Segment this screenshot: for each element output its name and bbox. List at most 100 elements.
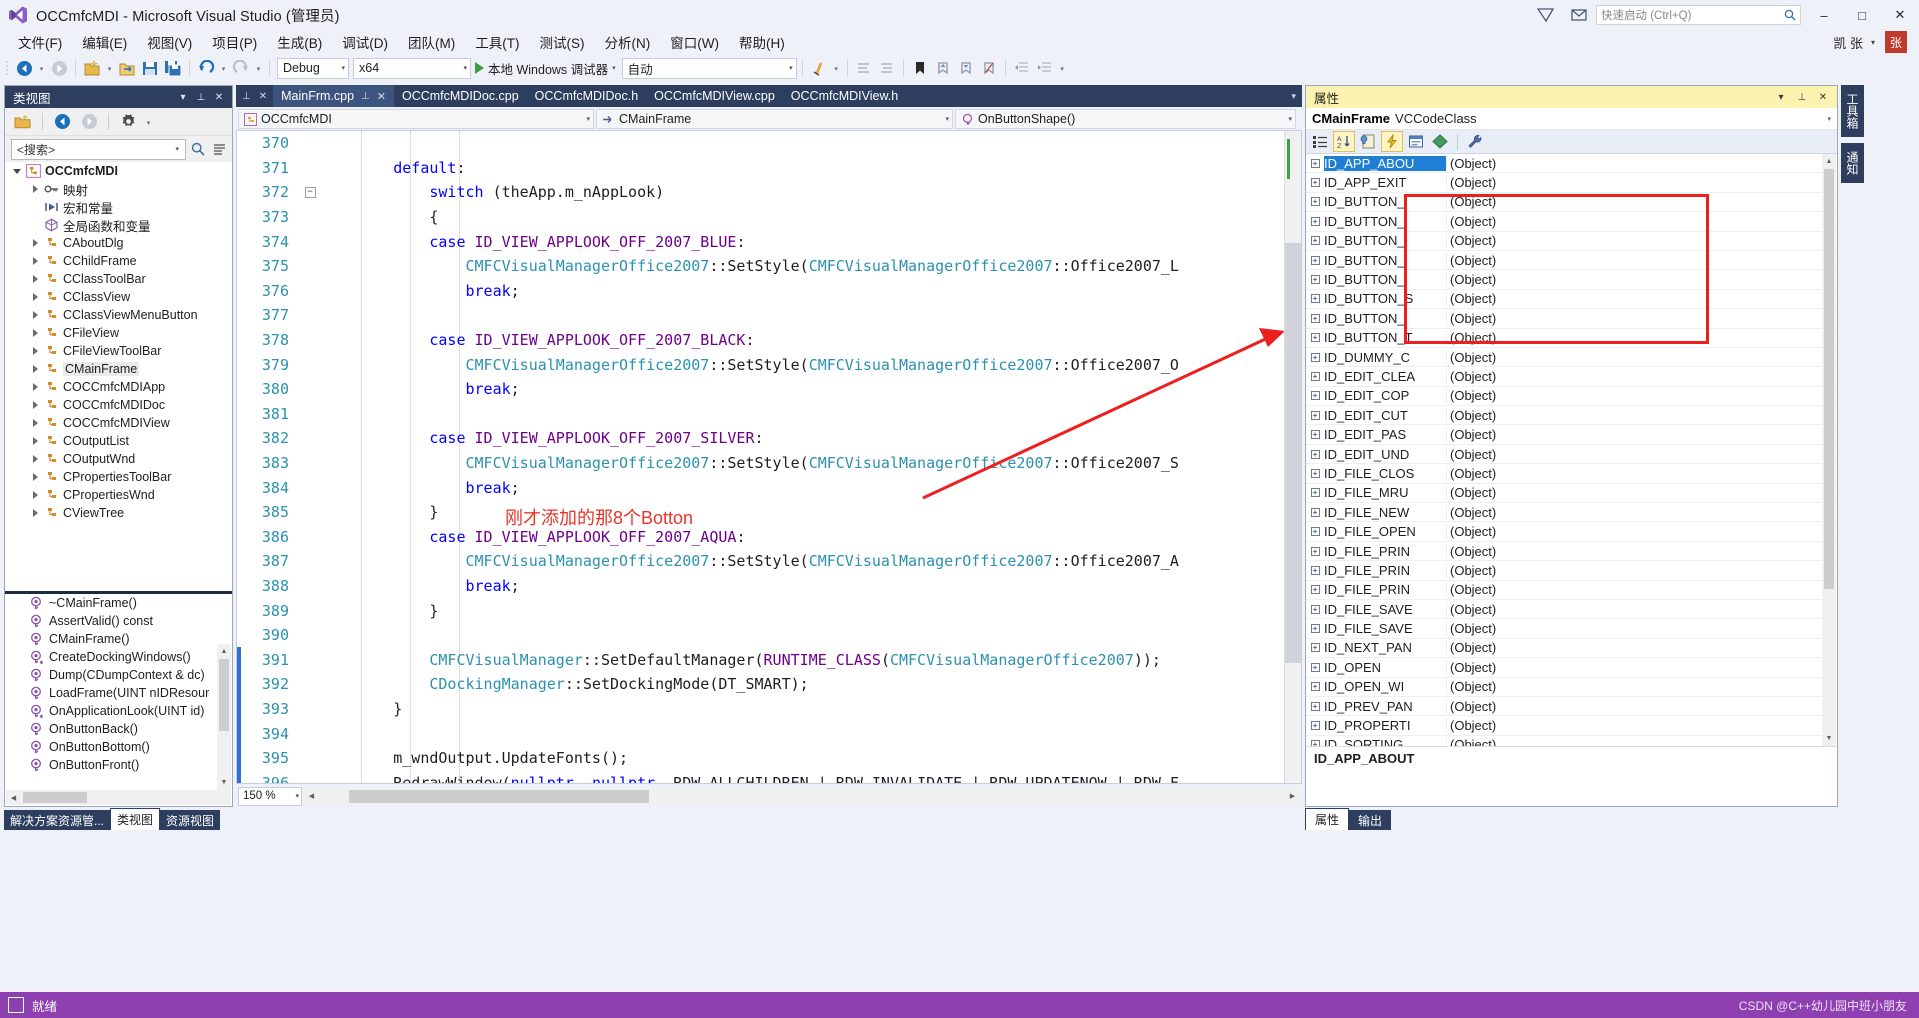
search-icon[interactable] [186, 138, 210, 160]
notifications-tab[interactable]: 通知 [1841, 143, 1864, 183]
pin-icon[interactable]: ⊥ [1796, 89, 1808, 105]
property-value[interactable]: (Object) [1446, 310, 1837, 326]
tree-node[interactable]: COutputList [5, 432, 232, 450]
property-row[interactable]: + ID_EDIT_CUT (Object) [1306, 406, 1837, 426]
tree-node[interactable]: COCCmfcMDIApp [5, 378, 232, 396]
tree-expander-icon[interactable] [28, 365, 42, 373]
code-line[interactable]: 389 } [237, 598, 1301, 623]
property-value[interactable]: (Object) [1446, 621, 1837, 637]
expand-icon[interactable]: + [1306, 178, 1324, 188]
expand-icon[interactable]: + [1306, 333, 1324, 343]
expand-icon[interactable]: + [1306, 565, 1324, 575]
property-row[interactable]: + ID_BUTTON_S (Object) [1306, 290, 1837, 310]
code-line[interactable]: 370 [237, 131, 1301, 156]
tree-node[interactable]: CViewTree [5, 504, 232, 522]
property-value[interactable]: (Object) [1446, 679, 1837, 695]
property-value[interactable]: (Object) [1446, 562, 1837, 578]
member-list-item[interactable]: CreateDockingWindows() [5, 648, 232, 666]
expand-icon[interactable]: + [1306, 313, 1324, 323]
tree-expander-icon[interactable] [28, 293, 42, 301]
properties-icon[interactable] [1357, 131, 1379, 152]
pin-icon[interactable]: ⊥ [195, 89, 207, 105]
property-row[interactable]: + ID_FILE_PRIN (Object) [1306, 561, 1837, 581]
right-dock-tabs[interactable]: 属性 输出 [1305, 808, 1838, 830]
outdent-icon[interactable] [1011, 57, 1033, 79]
expand-icon[interactable]: + [1306, 158, 1324, 168]
property-row[interactable]: + ID_FILE_NEW (Object) [1306, 503, 1837, 523]
gear-caret-icon[interactable]: ▾ [143, 111, 154, 133]
expand-icon[interactable]: + [1306, 352, 1324, 362]
redo-caret-icon[interactable]: ▾ [253, 57, 264, 79]
property-value[interactable]: (Object) [1446, 485, 1837, 501]
account-caret-icon[interactable]: ▾ [1871, 38, 1875, 47]
expand-icon[interactable]: + [1306, 371, 1324, 381]
property-row[interactable]: + ID_PROPERTI (Object) [1306, 716, 1837, 736]
tree-expander-icon[interactable] [28, 329, 42, 337]
forward-icon[interactable] [77, 111, 101, 133]
document-tab[interactable]: MainFrm.cpp ⊥ ✕ [273, 85, 394, 107]
notification-icon[interactable] [1562, 0, 1596, 30]
scroll-down-icon[interactable]: ▼ [1822, 731, 1836, 746]
expand-icon[interactable]: + [1306, 488, 1324, 498]
code-line[interactable]: 384 break; [237, 475, 1301, 500]
property-row[interactable]: + ID_BUTTON_ (Object) [1306, 309, 1837, 329]
new-project-caret-icon[interactable]: ▾ [104, 57, 115, 79]
scroll-down-icon[interactable]: ▼ [217, 775, 231, 790]
attach-process-icon[interactable] [808, 57, 830, 79]
property-row[interactable]: + ID_DUMMY_C (Object) [1306, 348, 1837, 368]
tree-expander-icon[interactable] [28, 275, 42, 283]
tree-node[interactable]: CPropertiesWnd [5, 486, 232, 504]
wrench-icon[interactable] [1464, 131, 1486, 152]
property-value[interactable]: (Object) [1446, 252, 1837, 268]
tree-expander-icon[interactable] [28, 311, 42, 319]
fold-column[interactable]: − [299, 186, 321, 198]
alphabetical-icon[interactable]: AZ [1333, 131, 1355, 152]
member-list-item[interactable]: OnApplicationLook(UINT id) [5, 702, 232, 720]
property-value[interactable]: (Object) [1446, 272, 1837, 288]
tree-node[interactable]: 全局函数和变量 [5, 216, 232, 234]
code-line[interactable]: 391 CMFCVisualManager::SetDefaultManager… [237, 647, 1301, 673]
code-line[interactable]: 379 CMFCVisualManagerOffice2007::SetStyl… [237, 352, 1301, 377]
document-tab[interactable]: OCCmfcMDIView.cpp [646, 85, 783, 107]
menu-debug[interactable]: 调试(D) [332, 30, 398, 54]
scroll-up-icon[interactable]: ▲ [1822, 154, 1836, 169]
member-list-item[interactable]: ~CMainFrame() [5, 594, 232, 612]
tree-expander-icon[interactable] [28, 347, 42, 355]
property-value[interactable]: (Object) [1446, 524, 1837, 540]
tree-expander-icon[interactable] [28, 509, 42, 517]
code-line[interactable]: 372 − switch (theApp.m_nAppLook) [237, 180, 1301, 205]
zoom-level-dropdown[interactable]: 150 % ▾ [238, 786, 302, 806]
pin-icon[interactable]: ⊥ [242, 91, 251, 102]
minimize-button[interactable]: – [1805, 0, 1843, 30]
expand-icon[interactable]: + [1306, 507, 1324, 517]
tree-node[interactable]: OCCmfcMDI [5, 162, 232, 180]
quick-launch-input[interactable]: 快速启动 (Ctrl+Q) [1596, 5, 1801, 25]
property-row[interactable]: + ID_BUTTON_ (Object) [1306, 251, 1837, 271]
code-line[interactable]: 393 } [237, 696, 1301, 722]
tree-node[interactable]: COutputWnd [5, 450, 232, 468]
property-row[interactable]: + ID_FILE_OPEN (Object) [1306, 522, 1837, 542]
member-list-item[interactable]: LoadFrame(UINT nIDResour [5, 684, 232, 702]
tree-node[interactable]: CClassView [5, 288, 232, 306]
property-value[interactable]: (Object) [1446, 465, 1837, 481]
chevron-down-icon[interactable]: ▾ [177, 89, 189, 105]
tree-expander-icon[interactable] [28, 491, 42, 499]
expand-icon[interactable]: + [1306, 624, 1324, 634]
document-tab[interactable]: OCCmfcMDIDoc.cpp [393, 85, 527, 107]
feedback-icon[interactable] [1528, 0, 1562, 30]
tree-expander-icon[interactable] [28, 401, 42, 409]
property-value[interactable]: (Object) [1446, 213, 1837, 229]
code-line[interactable]: 380 break; [237, 377, 1301, 402]
dock-tab[interactable]: 属性 [1305, 808, 1350, 830]
code-line[interactable]: 387 CMFCVisualManagerOffice2007::SetStyl… [237, 549, 1301, 574]
menu-file[interactable]: 文件(F) [8, 30, 72, 54]
property-value[interactable]: (Object) [1446, 582, 1837, 598]
project-dropdown[interactable]: OCCmfcMDI ▾ [238, 109, 594, 129]
code-vertical-scrollbar[interactable] [1284, 131, 1301, 783]
comment-icon[interactable] [853, 57, 875, 79]
property-row[interactable]: + ID_EDIT_COP (Object) [1306, 387, 1837, 407]
tree-node[interactable]: CPropertiesToolBar [5, 468, 232, 486]
dock-tab[interactable]: 资源视图 [160, 810, 221, 830]
property-row[interactable]: + ID_BUTTON_ (Object) [1306, 232, 1837, 251]
search-input[interactable]: <搜索> ▾ [11, 138, 186, 160]
